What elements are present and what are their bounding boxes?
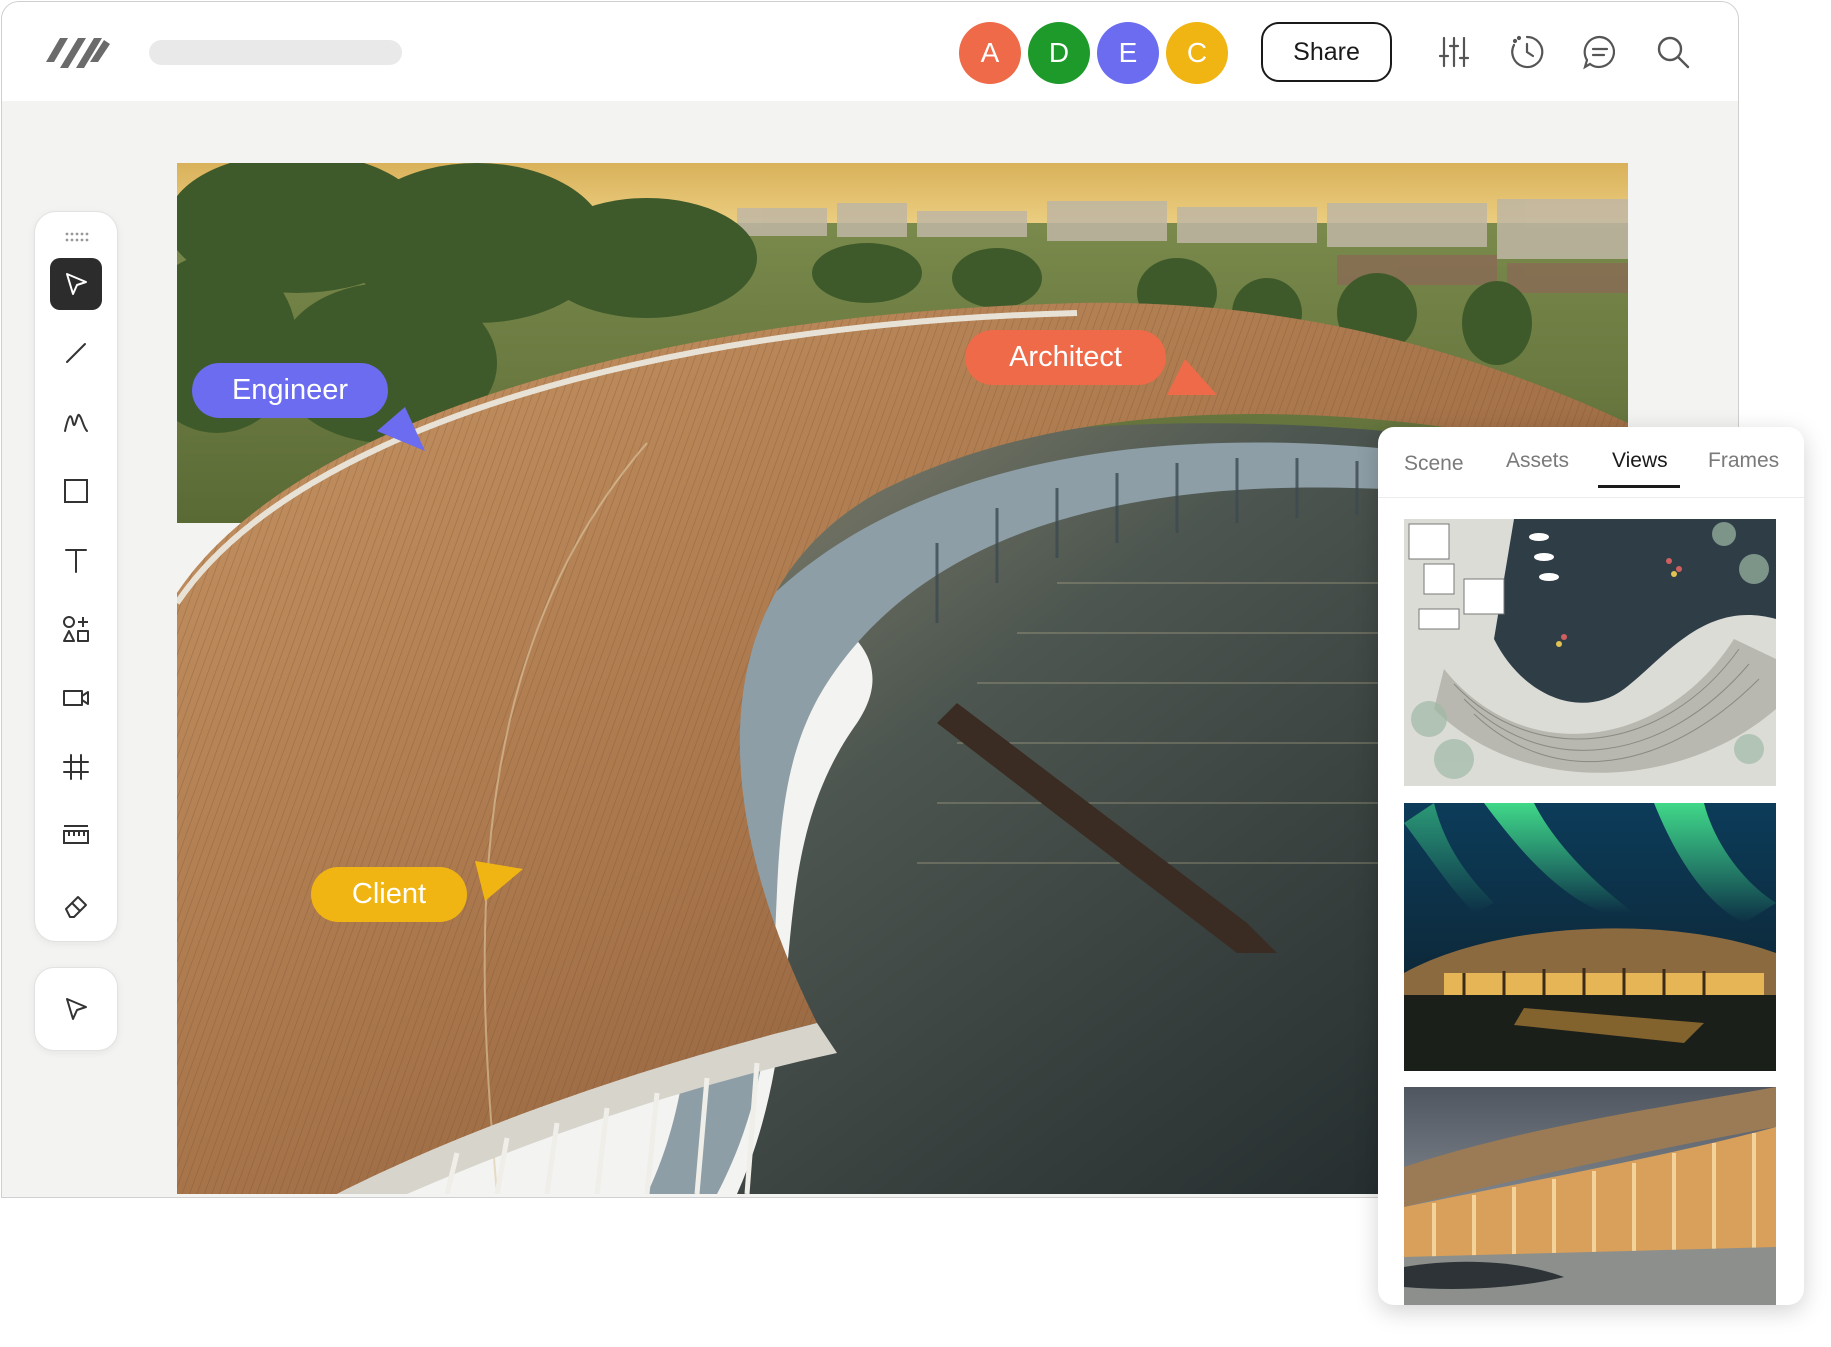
client-cursor-icon xyxy=(475,861,523,901)
tab-scene[interactable]: Scene xyxy=(1404,452,1464,476)
video-camera-icon xyxy=(63,690,89,706)
top-bar: A D E C Share xyxy=(2,2,1738,101)
tab-frames[interactable]: Frames xyxy=(1708,449,1779,473)
document-title-placeholder[interactable] xyxy=(149,40,402,65)
select-tool-button[interactable] xyxy=(50,258,102,310)
shapes-tool-button[interactable] xyxy=(50,603,102,655)
architect-label: Architect xyxy=(965,330,1166,385)
freehand-pen-icon xyxy=(64,413,88,432)
avatar-d[interactable]: D xyxy=(1028,22,1090,84)
client-label: Client xyxy=(311,867,467,922)
text-tool-button[interactable] xyxy=(50,534,102,586)
tab-assets[interactable]: Assets xyxy=(1506,449,1569,473)
tool-palette xyxy=(34,211,118,942)
active-tab-indicator xyxy=(1598,485,1680,488)
avatar-e[interactable]: E xyxy=(1097,22,1159,84)
line-tool-button[interactable] xyxy=(50,327,102,379)
panel-tabs: Scene Assets Views Frames xyxy=(1378,427,1804,498)
cursor-arrow-icon xyxy=(66,273,87,295)
navigate-tool-button[interactable] xyxy=(34,967,118,1051)
navigate-arrow-icon xyxy=(66,998,87,1020)
ruler-tool-button[interactable] xyxy=(50,810,102,862)
ruler-icon xyxy=(63,825,89,844)
grid-frame-icon xyxy=(63,754,89,780)
aurora-night-image xyxy=(1404,803,1776,1071)
colonnade-image xyxy=(1404,1087,1776,1305)
rectangle-tool-button[interactable] xyxy=(50,465,102,517)
line-icon xyxy=(66,343,86,363)
app-logo-icon[interactable] xyxy=(42,32,112,74)
comment-icon[interactable] xyxy=(1582,34,1618,70)
site-plan-image xyxy=(1404,519,1776,786)
rectangle-icon xyxy=(64,479,88,503)
grid-tool-button[interactable] xyxy=(50,741,102,793)
avatar-a[interactable]: A xyxy=(959,22,1021,84)
aurora-night-thumbnail[interactable] xyxy=(1404,803,1776,1071)
site-plan-thumbnail[interactable] xyxy=(1404,519,1776,786)
text-icon xyxy=(65,549,87,573)
engineer-label: Engineer xyxy=(192,363,388,418)
shapes-add-icon xyxy=(63,616,89,642)
share-button[interactable]: Share xyxy=(1261,22,1392,82)
pen-tool-button[interactable] xyxy=(50,396,102,448)
drag-handle-icon[interactable] xyxy=(65,232,89,242)
history-icon[interactable] xyxy=(1509,34,1545,70)
tab-views[interactable]: Views xyxy=(1612,449,1668,473)
search-icon[interactable] xyxy=(1655,34,1691,70)
eraser-icon xyxy=(65,896,87,918)
sliders-icon[interactable] xyxy=(1436,34,1472,70)
architect-cursor-icon xyxy=(1167,359,1217,395)
avatar-c[interactable]: C xyxy=(1166,22,1228,84)
video-tool-button[interactable] xyxy=(50,672,102,724)
views-panel: Scene Assets Views Frames xyxy=(1378,427,1804,1305)
colonnade-thumbnail[interactable] xyxy=(1404,1087,1776,1305)
engineer-cursor-icon xyxy=(377,407,425,451)
eraser-tool-button[interactable] xyxy=(50,879,102,931)
